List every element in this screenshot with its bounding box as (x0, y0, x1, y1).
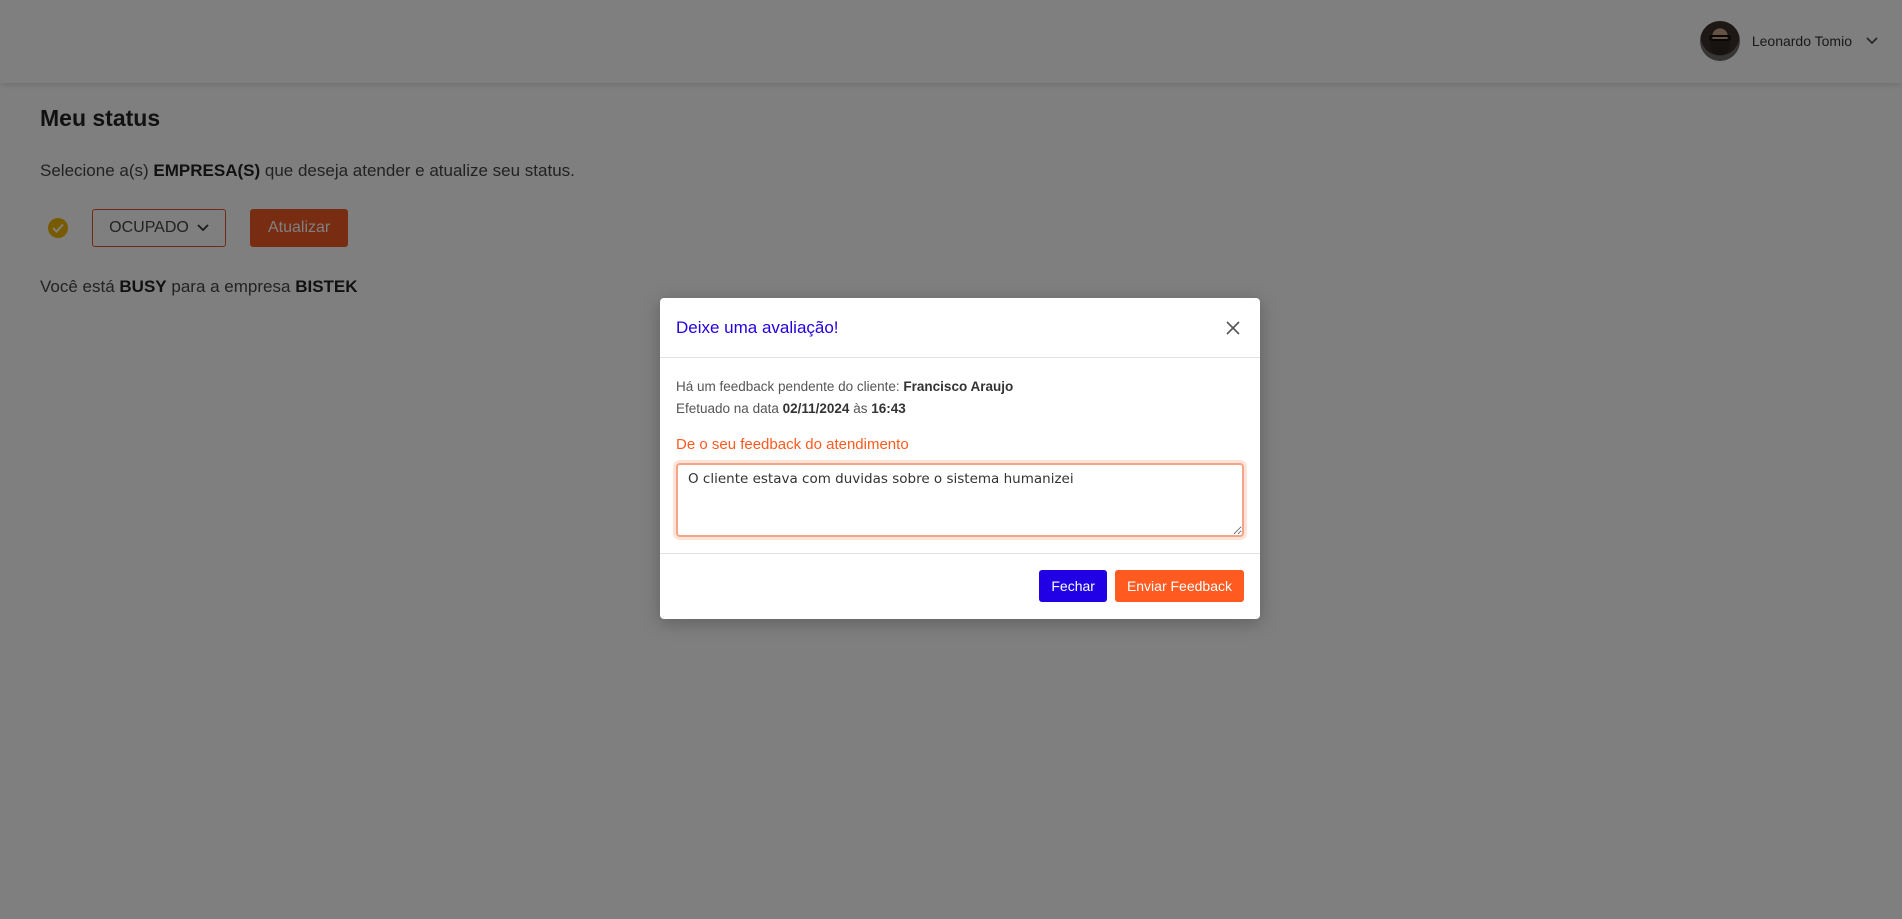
modal-title: Deixe uma avaliação! (676, 317, 839, 337)
modal-header: Deixe uma avaliação! (660, 298, 1260, 358)
close-button[interactable]: Fechar (1039, 570, 1107, 602)
feedback-label: De o seu feedback do atendimento (676, 436, 909, 453)
modal-body: Há um feedback pendente do cliente: Fran… (660, 358, 1260, 554)
send-feedback-button[interactable]: Enviar Feedback (1114, 570, 1244, 602)
close-icon[interactable] (1222, 317, 1244, 339)
service-date-info: Efetuado na data 02/11/2024 às 16:43 (676, 398, 1244, 420)
service-date: 02/11/2024 (782, 401, 850, 416)
feedback-textarea[interactable]: O cliente estava com duvidas sobre o sis… (676, 463, 1244, 537)
client-name: Francisco Araujo (903, 379, 1014, 394)
pending-feedback-info: Há um feedback pendente do cliente: Fran… (676, 376, 1244, 398)
service-time: 16:43 (871, 401, 906, 416)
time-prefix: às (853, 401, 868, 416)
date-prefix: Efetuado na data (676, 401, 779, 416)
pending-prefix: Há um feedback pendente do cliente: (676, 379, 900, 394)
feedback-modal: Deixe uma avaliação! Há um feedback pend… (660, 298, 1260, 619)
modal-footer: Fechar Enviar Feedback (660, 554, 1260, 618)
